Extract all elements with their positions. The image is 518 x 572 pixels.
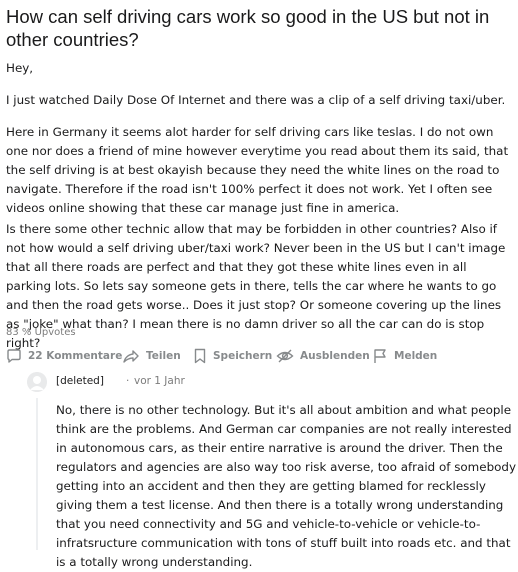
comment: [deleted] · vor 1 Jahr No, there is no o… [0, 370, 518, 569]
upvote-ratio: 83 % Upvotes [6, 327, 76, 338]
comments-label: 22 Kommentare [28, 350, 123, 362]
share-label: Teilen [146, 350, 181, 362]
report-button[interactable]: Melden [372, 346, 437, 366]
hide-button[interactable]: Ausblenden [276, 346, 370, 366]
save-button[interactable]: Speichern [193, 346, 272, 366]
save-label: Speichern [213, 350, 273, 362]
hide-label: Ausblenden [300, 350, 370, 362]
post-paragraph: Here in Germany it seems alot harder for… [6, 125, 509, 215]
comments-button[interactable]: 22 Kommentare [6, 346, 122, 366]
hide-icon [276, 349, 294, 363]
comment-body: No, there is no other technology. But it… [56, 403, 516, 569]
comment-icon [7, 349, 21, 363]
post-paragraph: Hey, [6, 61, 34, 75]
user-avatar-icon [27, 372, 47, 392]
comment-meta-separator: · [126, 375, 130, 387]
share-button[interactable]: Teilen [122, 346, 181, 366]
flag-icon [374, 349, 386, 363]
bookmark-icon [194, 348, 206, 364]
share-icon [123, 350, 139, 363]
post-actions-bar: 22 Kommentare Teilen Speichern Ausblende… [0, 344, 518, 368]
comment-author: [deleted] [56, 375, 104, 387]
post-title: How can self driving cars work so good i… [6, 6, 490, 50]
comment-timestamp: vor 1 Jahr [134, 375, 185, 387]
thread-line[interactable] [36, 398, 38, 550]
post-paragraph: I just watched Daily Dose Of Internet an… [6, 93, 506, 107]
avatar[interactable] [27, 372, 47, 392]
post-paragraph: Is there some other technic allow that m… [6, 222, 506, 350]
report-label: Melden [394, 350, 438, 362]
